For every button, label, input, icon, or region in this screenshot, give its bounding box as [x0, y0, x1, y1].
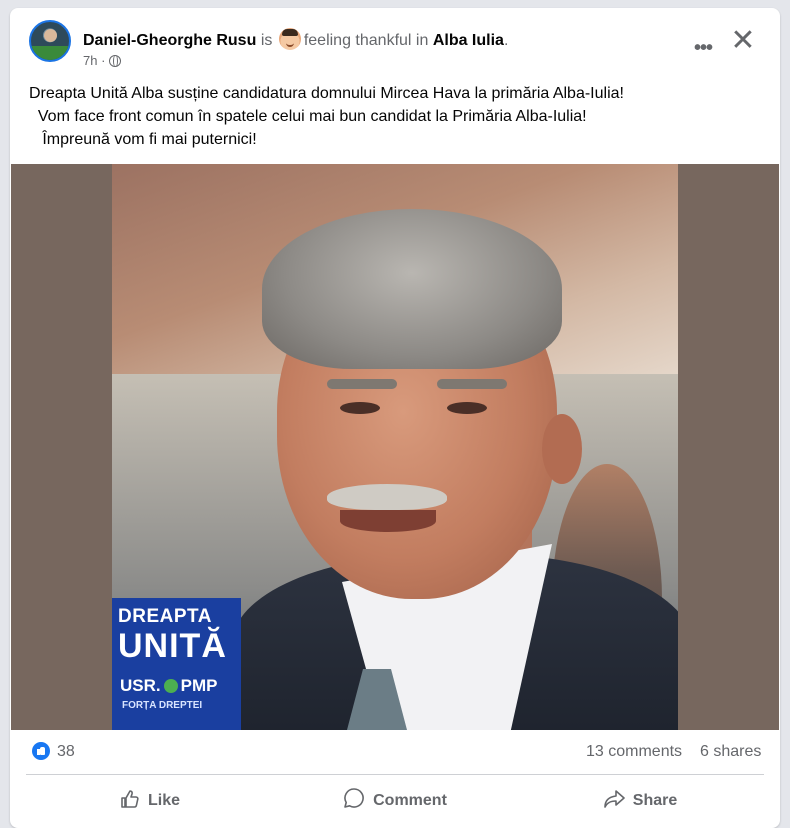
avatar-background — [31, 45, 69, 60]
logo-line4: FORȚA DREPTEI — [122, 700, 203, 711]
logo-pmp: PMP — [180, 676, 218, 695]
photo-moustache — [327, 484, 447, 510]
comments-count[interactable]: 13 comments — [586, 743, 682, 761]
logo-line2: UNITĂ — [118, 627, 227, 665]
share-label: Share — [632, 792, 678, 809]
like-label: Like — [147, 792, 180, 809]
feeling-emoji-icon — [278, 28, 301, 50]
post-meta: 7h · — [83, 53, 122, 68]
candidate-photo: DREAPTA UNITĂ USR. PMP FORȚA DREPTEI — [112, 164, 678, 730]
author-name[interactable]: Daniel-Gheorghe Rusu — [83, 32, 256, 49]
party-logo: DREAPTA UNITĂ USR. PMP FORȚA DREPTEI — [112, 598, 241, 730]
location-link[interactable]: Alba Iulia — [433, 32, 504, 49]
photo-ear — [542, 414, 582, 484]
share-button[interactable]: Share — [520, 778, 760, 824]
actions-divider — [26, 774, 764, 775]
post-body: Dreapta Unită Alba susține candidatura d… — [29, 82, 769, 151]
close-button[interactable]: ✕ — [723, 21, 763, 61]
reaction-count[interactable]: 38 — [57, 743, 75, 761]
post-header-line: Daniel-Gheorghe Rusu is feeling thankful… — [83, 28, 508, 52]
engagement-counts: 38 13 comments 6 shares — [10, 730, 780, 774]
post-timestamp[interactable]: 7h — [83, 53, 97, 68]
comment-label: Comment — [373, 792, 447, 809]
author-avatar[interactable] — [29, 20, 71, 62]
post-body-line: Dreapta Unită Alba susține candidatura d… — [29, 85, 624, 102]
like-button[interactable]: Like — [30, 778, 270, 824]
photo-brow — [327, 379, 397, 389]
post-actions: Like Comment Share — [10, 778, 780, 824]
avatar-person — [44, 29, 57, 42]
more-options-button[interactable]: ••• — [683, 28, 723, 68]
share-arrow-icon — [603, 782, 625, 828]
thumbs-up-icon — [120, 782, 140, 828]
photo-eye — [447, 402, 487, 414]
photo-eye — [340, 402, 380, 414]
post-card: Daniel-Gheorghe Rusu is feeling thankful… — [10, 8, 780, 828]
post-body-line: Împreună vom fi mai puternici! — [29, 131, 257, 148]
apple-icon — [163, 679, 178, 693]
meta-separator: · — [101, 53, 106, 68]
feeling-text: feeling thankful in — [303, 32, 429, 49]
logo-usr: USR. — [120, 676, 161, 695]
shares-count[interactable]: 6 shares — [700, 743, 761, 761]
comment-button[interactable]: Comment — [275, 778, 515, 824]
comment-bubble-icon — [343, 782, 365, 828]
photo-mouth — [340, 510, 436, 532]
post-header: Daniel-Gheorghe Rusu is feeling thankful… — [10, 8, 780, 78]
logo-line1: DREAPTA — [118, 606, 212, 627]
photo-hair — [262, 209, 562, 369]
globe-icon — [109, 55, 122, 67]
post-body-line: Vom face front comun în spatele celui ma… — [29, 108, 587, 125]
post-image[interactable]: DREAPTA UNITĂ USR. PMP FORȚA DREPTEI — [11, 164, 779, 730]
logo-line3: USR. PMP — [120, 676, 217, 696]
is-word: is — [260, 32, 273, 49]
photo-brow — [437, 379, 507, 389]
location-suffix: . — [503, 32, 509, 49]
like-reaction-icon[interactable] — [32, 742, 50, 760]
